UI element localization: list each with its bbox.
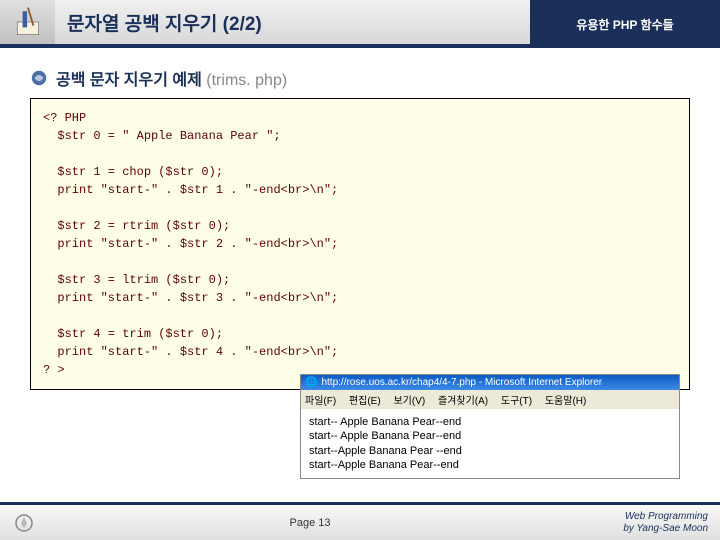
browser-content: start-- Apple Banana Pear--end start-- A… (301, 409, 679, 478)
browser-window: 🌐 http://rose.uos.ac.kr/chap4/4-7.php - … (300, 374, 680, 479)
ie-icon: 🌐 (305, 377, 317, 388)
menu-tools[interactable]: 도구(T) (501, 396, 532, 407)
bullet-icon (30, 69, 48, 87)
subheader-text: 공백 문자 지우기 예제 (trims. php) (56, 66, 287, 90)
subheader-label: 공백 문자 지우기 예제 (56, 72, 202, 89)
subheader-file: (trims. php) (206, 72, 287, 89)
writing-icon (10, 4, 46, 40)
header-title-area: 문자열 공백 지우기 (2/2) (55, 0, 530, 48)
header-icon-box (0, 0, 55, 48)
output-line: start--Apple Banana Pear --end (309, 444, 671, 458)
browser-menubar: 파일(F) 편집(E) 보기(V) 즐겨찾기(A) 도구(T) 도움말(H) (301, 390, 679, 409)
header-right-label: 유용한 PHP 함수들 (530, 0, 720, 48)
menu-fav[interactable]: 즐겨찾기(A) (438, 396, 488, 407)
slide-title: 문자열 공백 지우기 (2/2) (67, 9, 262, 36)
credit-line-1: Web Programming (560, 511, 708, 523)
footer-credits: Web Programming by Yang-Sae Moon (560, 511, 720, 535)
slide-footer: Page 13 Web Programming by Yang-Sae Moon (0, 502, 720, 540)
credit-line-2: by Yang-Sae Moon (560, 523, 708, 535)
menu-file[interactable]: 파일(F) (305, 396, 336, 407)
code-block: <? PHP $str 0 = " Apple Banana Pear "; $… (30, 98, 690, 390)
output-line: start-- Apple Banana Pear--end (309, 429, 671, 443)
menu-edit[interactable]: 편집(E) (349, 396, 381, 407)
menu-help[interactable]: 도움말(H) (545, 396, 586, 407)
university-logo-icon (15, 510, 45, 536)
slide-header: 문자열 공백 지우기 (2/2) 유용한 PHP 함수들 (0, 0, 720, 48)
footer-logo (0, 510, 60, 536)
output-line: start--Apple Banana Pear--end (309, 458, 671, 472)
page-number: Page 13 (60, 517, 560, 529)
menu-view[interactable]: 보기(V) (393, 396, 425, 407)
browser-url-title: http://rose.uos.ac.kr/chap4/4-7.php - Mi… (321, 377, 602, 388)
subheader: 공백 문자 지우기 예제 (trims. php) (30, 66, 720, 90)
output-line: start-- Apple Banana Pear--end (309, 415, 671, 429)
browser-titlebar: 🌐 http://rose.uos.ac.kr/chap4/4-7.php - … (301, 375, 679, 390)
